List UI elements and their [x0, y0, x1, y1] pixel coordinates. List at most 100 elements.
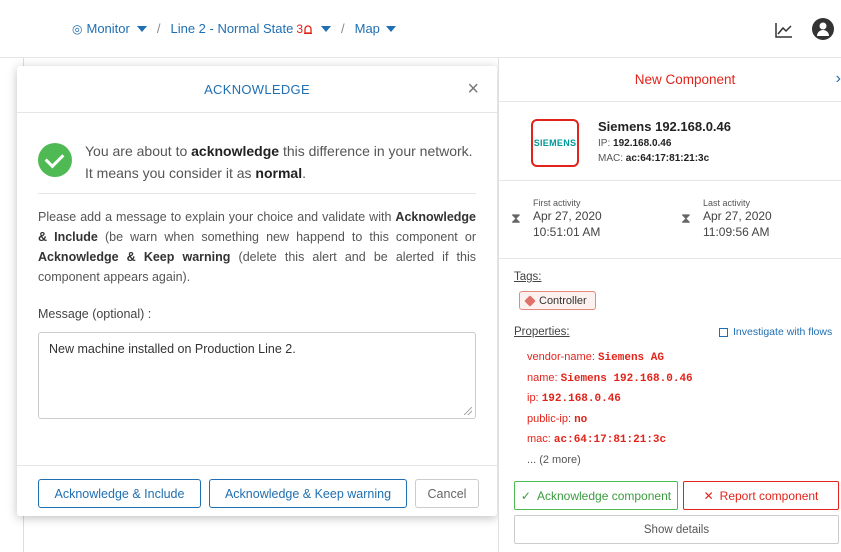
property-value: Siemens 192.168.0.46 — [560, 372, 693, 385]
flows-icon — [719, 327, 728, 337]
message-label: Message (optional) : — [38, 307, 152, 321]
acknowledge-component-label: Acknowledge component — [536, 488, 672, 503]
last-activity-label: Last activity — [703, 198, 751, 208]
line-crumb[interactable]: Line 2 - Normal State 3 — [170, 21, 331, 36]
tag-controller[interactable]: Controller — [519, 291, 596, 310]
property-key: public-ip: — [527, 412, 575, 425]
investigate-link[interactable]: Investigate with flows — [719, 326, 832, 338]
confirm-text: You are about to acknowledge this differ… — [85, 140, 478, 184]
instructions-bold: Acknowledge & Keep warning — [38, 250, 231, 264]
component-name: Siemens 192.168.0.46 — [598, 119, 731, 134]
acknowledge-modal: ACKNOWLEDGE × You are about to acknowled… — [17, 66, 497, 516]
property-value: 192.168.0.46 — [541, 393, 621, 405]
modal-header: ACKNOWLEDGE × — [17, 66, 497, 113]
monitor-crumb[interactable]: ◎ Monitor — [72, 21, 147, 36]
property-key: name: — [527, 371, 561, 384]
breadcrumb: ◎ Monitor / Line 2 - Normal State 3 / Ma… — [72, 21, 396, 36]
check-icon: ✓ — [520, 488, 531, 503]
property-key: vendor-name: — [527, 351, 598, 363]
component-ip: IP: 192.168.0.46 — [598, 138, 671, 149]
property-value: Siemens AG — [597, 352, 664, 364]
last-activity: Last activity ⧗ Apr 27, 2020 11:09:56 AM — [669, 198, 772, 240]
divider — [499, 180, 841, 181]
properties-list: vendor-name: Siemens AG name: Siemens 19… — [527, 348, 693, 470]
close-icon: ✕ — [703, 488, 714, 503]
instructions-part: Please add a message to explain your cho… — [38, 210, 396, 224]
confirm-text-bold: normal — [255, 165, 303, 181]
line-chart-icon[interactable] — [775, 22, 793, 38]
close-icon[interactable]: × — [467, 79, 479, 99]
confirm-text-part: . — [302, 165, 306, 181]
property-key: ip: — [527, 392, 542, 404]
acknowledge-keep-warning-button[interactable]: Acknowledge & Keep warning — [209, 479, 407, 508]
last-activity-date: Apr 27, 2020 — [703, 209, 772, 223]
acknowledge-component-button[interactable]: ✓ Acknowledge component — [514, 481, 678, 510]
hourglass-icon: ⧗ — [511, 210, 521, 226]
divider — [499, 258, 841, 259]
component-mac: MAC: ac:64:17:81:21:3c — [598, 153, 709, 164]
tag-icon — [524, 294, 536, 307]
vendor-logo: SIEMENS — [531, 119, 579, 167]
first-activity-date: Apr 27, 2020 — [533, 209, 602, 223]
check-circle-icon — [38, 143, 72, 177]
property-value: no — [574, 413, 588, 426]
property-row: name: Siemens 192.168.0.46 — [527, 369, 693, 390]
last-activity-time: 11:09:56 AM — [703, 225, 770, 239]
user-avatar-icon[interactable] — [812, 18, 834, 40]
report-component-label: Report component — [719, 488, 819, 503]
chevron-down-icon — [321, 25, 331, 32]
property-row: mac: ac:64:17:81:21:3c — [527, 430, 693, 451]
mac-value: ac:64:17:81:21:3c — [625, 153, 710, 164]
confirm-text-part: You are about to — [85, 143, 192, 159]
top-bar: ◎ Monitor / Line 2 - Normal State 3 / Ma… — [0, 0, 841, 58]
message-textarea[interactable]: New machine installed on Production Line… — [38, 332, 476, 419]
report-component-button[interactable]: ✕ Report component — [683, 481, 839, 510]
breadcrumb-separator: / — [156, 21, 161, 36]
instructions-text: Please add a message to explain your cho… — [38, 207, 476, 287]
divider — [17, 465, 497, 466]
divider — [499, 101, 841, 102]
ip-label: IP: — [598, 138, 614, 149]
chevron-down-icon — [385, 25, 396, 32]
monitor-icon: ◎ — [72, 21, 83, 36]
property-row: ip: 192.168.0.46 — [527, 389, 693, 410]
hourglass-icon: ⧗ — [681, 210, 691, 226]
first-activity-value: ⧗ Apr 27, 2020 10:51:01 AM — [511, 208, 602, 240]
cancel-button[interactable]: Cancel — [415, 479, 479, 508]
divider — [38, 193, 476, 194]
modal-title: ACKNOWLEDGE — [204, 82, 310, 97]
chevron-right-icon[interactable]: › — [836, 70, 841, 88]
investigate-label: Investigate with flows — [733, 326, 833, 338]
property-row: vendor-name: Siemens AG — [527, 348, 693, 369]
map-crumb[interactable]: Map — [355, 21, 396, 36]
line-label: Line 2 - Normal State — [170, 21, 294, 36]
last-activity-value: ⧗ Apr 27, 2020 11:09:56 AM — [681, 208, 772, 240]
show-details-button[interactable]: Show details — [514, 515, 839, 544]
breadcrumb-separator: / — [341, 21, 345, 36]
tags-label: Tags: — [514, 271, 542, 283]
mac-label: MAC: — [598, 153, 626, 164]
property-key: mac: — [527, 433, 554, 445]
map-label: Map — [354, 21, 380, 36]
alarm-icon — [304, 24, 312, 34]
property-value: ac:64:17:81:21:3c — [553, 434, 667, 446]
acknowledge-include-button[interactable]: Acknowledge & Include — [38, 479, 201, 508]
monitor-label: Monitor — [86, 21, 130, 36]
chevron-down-icon — [136, 25, 147, 32]
alert-count: 3 — [296, 21, 303, 36]
instructions-part: (be warn when something new happend to t… — [97, 230, 476, 244]
first-activity-label: First activity — [533, 198, 581, 208]
more-properties[interactable]: ... (2 more) — [527, 451, 693, 471]
tag-label: Controller — [539, 294, 587, 307]
panel-title: New Component — [634, 72, 736, 87]
component-panel: New Component › SIEMENS Siemens 192.168.… — [498, 58, 841, 552]
ip-value: 192.168.0.46 — [613, 138, 672, 149]
first-activity: First activity ⧗ Apr 27, 2020 10:51:01 A… — [499, 198, 602, 240]
logo-text: SIEMENS — [533, 138, 577, 148]
property-row: public-ip: no — [527, 410, 693, 431]
confirm-text-bold: acknowledge — [191, 143, 280, 159]
message-value: New machine installed on Production Line… — [49, 342, 296, 356]
properties-label: Properties: — [514, 326, 570, 338]
confirm-message: You are about to acknowledge this differ… — [38, 140, 478, 184]
resize-handle-icon[interactable] — [464, 407, 472, 415]
